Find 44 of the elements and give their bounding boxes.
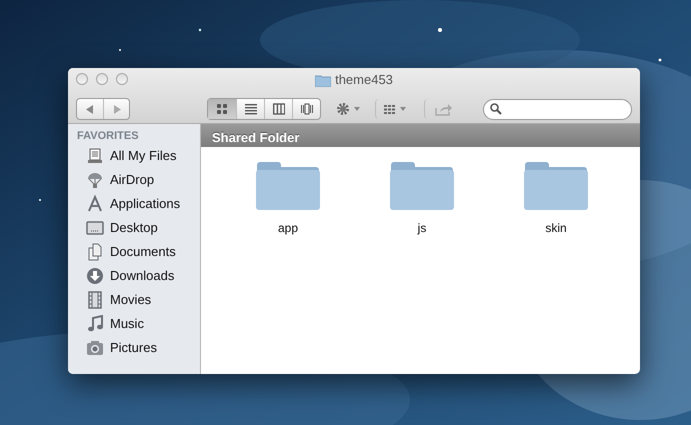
back-arrow-icon bbox=[86, 104, 94, 114]
caret-icon bbox=[354, 107, 360, 111]
folder-name: app bbox=[278, 220, 298, 237]
sidebar-item[interactable]: Applications bbox=[68, 192, 200, 216]
download-icon bbox=[86, 267, 104, 285]
cover-flow-icon bbox=[300, 103, 312, 115]
folder-icon[interactable] bbox=[389, 161, 455, 211]
sidebar-item[interactable]: Pictures bbox=[68, 336, 200, 360]
desktop-icon bbox=[86, 219, 104, 237]
film-icon bbox=[86, 291, 104, 309]
caret-icon bbox=[400, 107, 406, 111]
folder-icon bbox=[315, 74, 332, 86]
share-icon bbox=[435, 102, 454, 116]
sidebar-item[interactable]: Music bbox=[68, 312, 200, 336]
parachute-icon bbox=[86, 171, 104, 189]
sidebar-item[interactable]: Movies bbox=[68, 288, 200, 312]
arrange-icon bbox=[384, 104, 396, 114]
sidebar-heading: FAVORITES bbox=[76, 129, 140, 144]
zoom-button[interactable] bbox=[116, 73, 128, 85]
close-button[interactable] bbox=[76, 73, 88, 85]
music-note-icon bbox=[86, 315, 104, 333]
sidebar-item[interactable]: AirDrop bbox=[68, 168, 200, 192]
columns-icon bbox=[272, 103, 284, 115]
folder-icon[interactable] bbox=[523, 161, 589, 211]
list-icon bbox=[244, 103, 256, 115]
folder-name: skin bbox=[545, 220, 567, 237]
search-field[interactable] bbox=[482, 98, 632, 120]
sidebar-item[interactable]: Desktop bbox=[68, 216, 200, 240]
sidebar-item[interactable]: Documents bbox=[68, 240, 200, 264]
sidebar-item[interactable]: Downloads bbox=[68, 264, 200, 288]
camera-icon bbox=[86, 339, 104, 357]
view-button[interactable] bbox=[208, 99, 236, 119]
forward-arrow-icon bbox=[112, 104, 120, 114]
sidebar-item[interactable]: All My Files bbox=[68, 144, 200, 168]
gear-icon bbox=[336, 102, 350, 116]
window-title: theme453 bbox=[335, 71, 393, 90]
folder-icon[interactable] bbox=[255, 161, 321, 211]
grid-icon bbox=[216, 103, 228, 115]
minimize-button[interactable] bbox=[96, 73, 108, 85]
files-icon bbox=[86, 147, 104, 165]
search-icon bbox=[490, 103, 502, 115]
path-bar: Shared Folder bbox=[201, 124, 640, 147]
document-icon bbox=[86, 243, 104, 261]
folder-name: js bbox=[418, 220, 426, 237]
